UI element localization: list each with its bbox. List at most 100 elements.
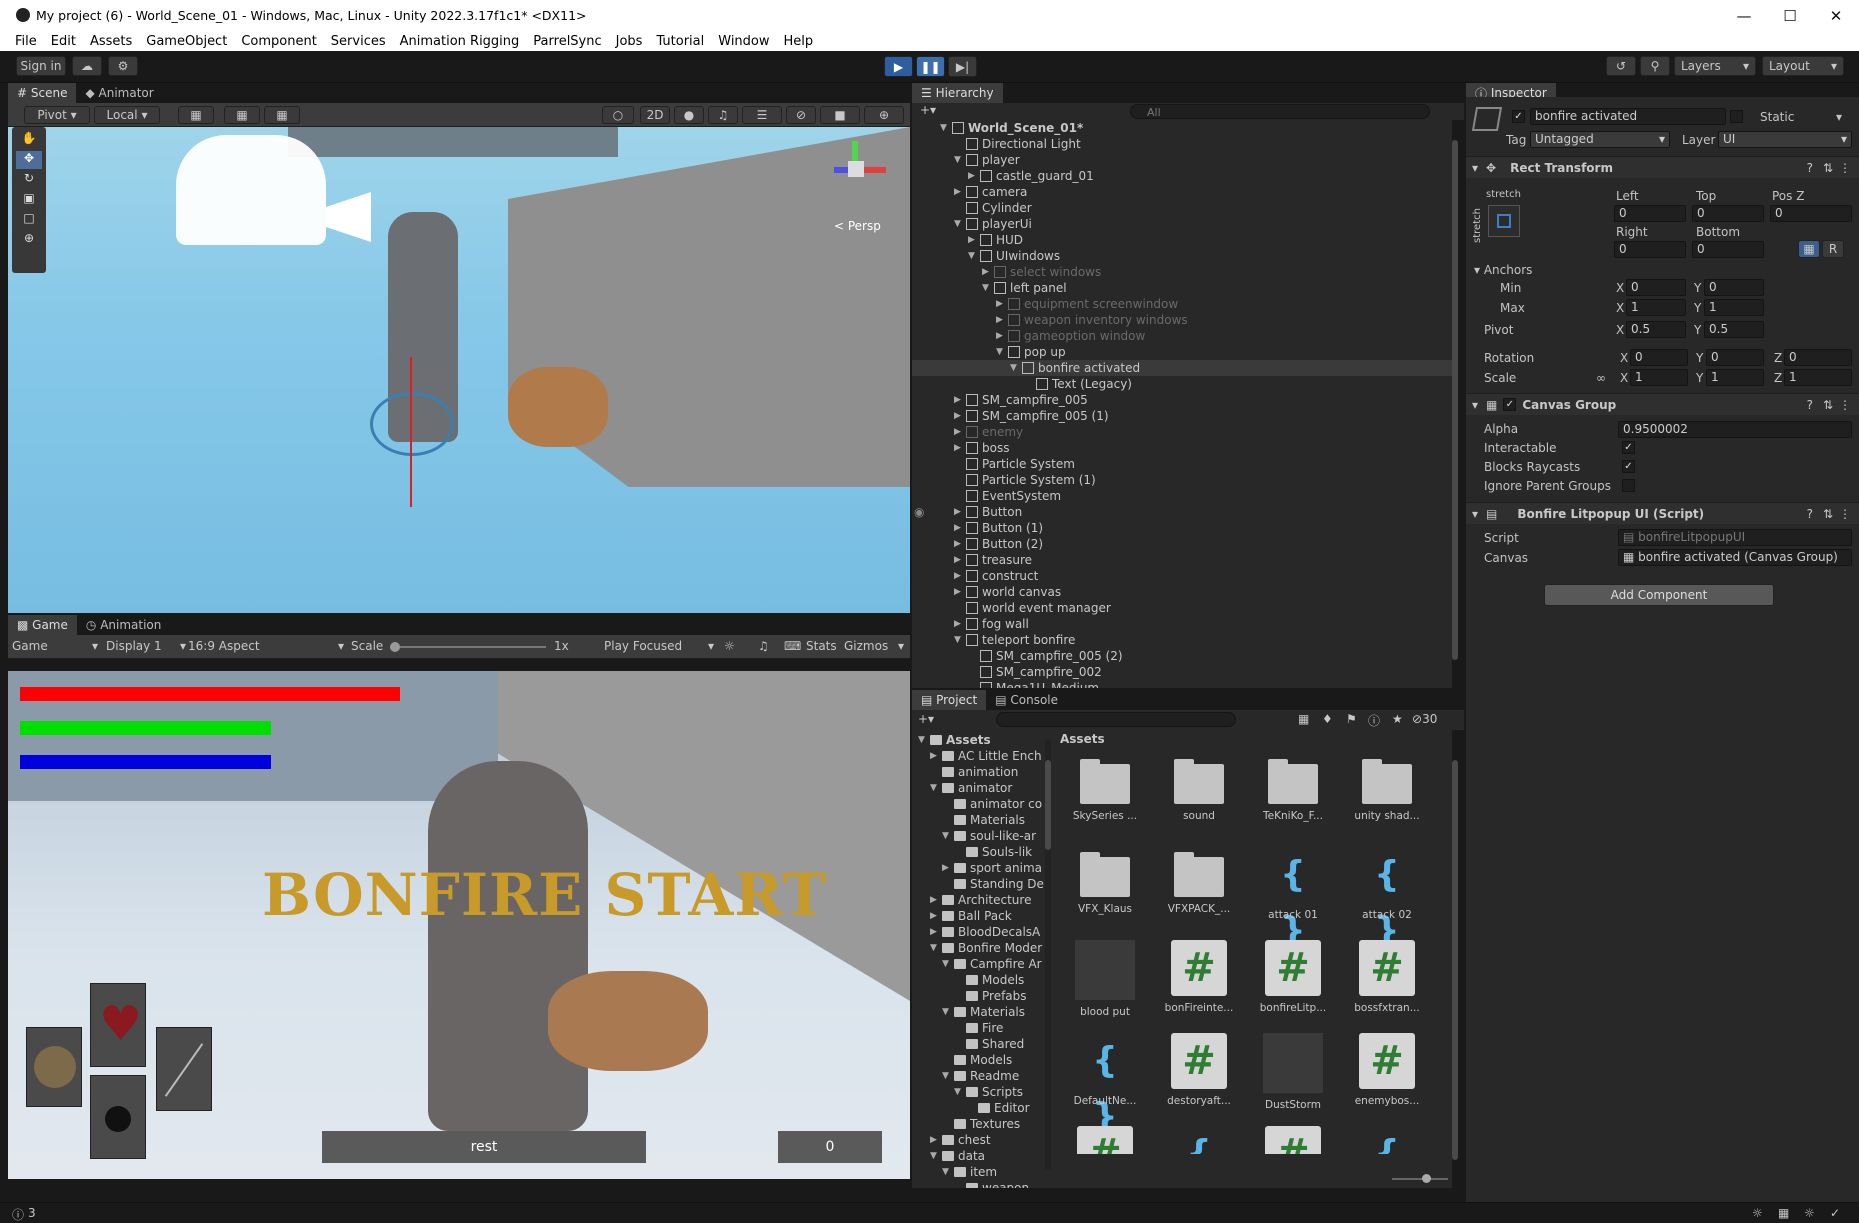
hierarchy-row[interactable]: ▶ select windows <box>912 264 1452 280</box>
active-checkbox[interactable]: ✓ <box>1512 110 1525 123</box>
ignore-parent-checkbox[interactable] <box>1622 479 1635 492</box>
expanded-arrow-icon[interactable]: ▼ <box>942 828 949 844</box>
quickslot-bottom[interactable] <box>90 1075 146 1159</box>
create-plus-icon[interactable]: +▾ <box>920 103 936 117</box>
hierarchy-row[interactable]: Mega1U_Medium <box>912 680 1452 688</box>
collapsed-arrow-icon[interactable]: ▶ <box>930 748 937 764</box>
collapsed-arrow-icon[interactable]: ▶ <box>982 264 989 280</box>
scale-tool-icon[interactable]: ▣ <box>16 191 42 209</box>
pivot-toggle[interactable]: Pivot ▾ <box>24 106 90 124</box>
scene-viewport[interactable]: < Persp ✋ ✥ ↻ ▣ □ ⊕ <box>8 127 910 613</box>
tab-animation[interactable]: ◷ Animation <box>77 615 170 635</box>
anchor-max-x-field[interactable]: 1 <box>1626 299 1686 316</box>
tab-scene[interactable]: # Scene <box>8 83 77 103</box>
pause-button[interactable]: ❚❚ <box>916 56 945 77</box>
rect-tool-icon[interactable]: □ <box>16 211 42 229</box>
help-icon[interactable]: ? <box>1807 161 1813 175</box>
gizmos-dropdown[interactable]: Gizmos ▾ <box>844 639 904 653</box>
hierarchy-row[interactable]: ▼ left panel <box>912 280 1452 296</box>
collapsed-arrow-icon[interactable]: ▶ <box>930 1132 937 1148</box>
step-button[interactable]: ▶| <box>948 56 977 77</box>
menu-services[interactable]: Services <box>324 34 393 49</box>
asset-item[interactable]: unity shad... <box>1340 754 1434 822</box>
camera-icon[interactable]: ■ <box>820 106 860 124</box>
canvas-group-enabled-checkbox[interactable]: ✓ <box>1503 398 1517 411</box>
rest-button[interactable]: rest <box>322 1131 646 1163</box>
more-menu-icon[interactable]: ⋮ <box>1839 507 1851 521</box>
quickslot-top[interactable]: ♥ <box>90 983 146 1067</box>
project-folder-row[interactable]: ▶ AC Little Ench <box>912 748 1044 764</box>
favorite-star-icon[interactable]: ★ <box>1392 712 1403 726</box>
audio-icon[interactable]: ♫ <box>708 106 738 124</box>
project-folder-row[interactable]: ▼ Assets <box>912 732 1044 748</box>
scale-x-field[interactable]: 1 <box>1630 369 1688 386</box>
debug-mode-icon[interactable]: ☼ <box>1804 1206 1815 1220</box>
stats-button[interactable]: Stats <box>806 639 837 653</box>
right-field[interactable]: 0 <box>1614 241 1686 258</box>
hierarchy-row[interactable]: SM_campfire_005 (2) <box>912 648 1452 664</box>
interactable-checkbox[interactable]: ✓ <box>1622 441 1635 454</box>
tab-console[interactable]: ▤ Console <box>986 690 1067 710</box>
menu-component[interactable]: Component <box>234 34 323 49</box>
anchor-min-y-field[interactable]: 0 <box>1704 279 1764 296</box>
alert-icon[interactable]: ⓘ <box>1368 712 1380 729</box>
snap-increment-icon[interactable]: ▦ <box>224 106 260 124</box>
project-folder-row[interactable]: Textures <box>912 1116 1044 1132</box>
menu-edit[interactable]: Edit <box>44 34 83 49</box>
collab-settings-icon[interactable]: ⚙ <box>108 56 138 76</box>
canvas-field[interactable]: ▦ bonfire activated (Canvas Group) <box>1618 549 1852 566</box>
layer-dropdown[interactable]: UI ▾ <box>1718 131 1852 148</box>
expanded-arrow-icon[interactable]: ▼ <box>942 1004 949 1020</box>
project-folder-row[interactable]: ▶ sport anima <box>912 860 1044 876</box>
script-component-header[interactable]: ▾ ▤ Bonfire Litpopup UI (Script) ? ⇅ ⋮ <box>1466 502 1859 524</box>
quickslot-left[interactable] <box>26 1027 82 1107</box>
transform-tool-icon[interactable]: ⊕ <box>16 231 42 249</box>
hierarchy-row[interactable]: ▼ pop up <box>912 344 1452 360</box>
project-folder-row[interactable]: ▼ soul-like-ar <box>912 828 1044 844</box>
project-folder-row[interactable]: weapon <box>912 1180 1044 1188</box>
pivot-x-field[interactable]: 0.5 <box>1626 321 1686 338</box>
asset-item[interactable]: # enemybos... <box>1340 1033 1434 1107</box>
rotation-x-field[interactable]: 0 <box>1630 349 1688 366</box>
expanded-arrow-icon[interactable]: ▼ <box>968 248 975 264</box>
hierarchy-row[interactable]: ▶ SM_campfire_005 (1) <box>912 408 1452 424</box>
assets-breadcrumb[interactable]: Assets <box>1060 732 1105 746</box>
expanded-arrow-icon[interactable]: ▼ <box>942 956 949 972</box>
constrain-link-icon[interactable]: ∞ <box>1596 371 1606 385</box>
visibility-icon[interactable]: ⊘ <box>786 106 816 124</box>
hierarchy-scrollbar[interactable] <box>1452 140 1458 660</box>
hierarchy-row[interactable]: ▶ castle_guard_01 <box>912 168 1452 184</box>
hierarchy-row[interactable]: ▶ Button (1) <box>912 520 1452 536</box>
menu-assets[interactable]: Assets <box>83 34 139 49</box>
collapsed-arrow-icon[interactable]: ▶ <box>954 616 961 632</box>
expanded-arrow-icon[interactable]: ▼ <box>940 120 947 136</box>
draw-mode-icon[interactable]: ○ <box>602 106 634 124</box>
hand-tool-icon[interactable]: ✋ <box>16 131 42 149</box>
play-focused-dropdown[interactable]: Play Focused ▾ <box>604 639 714 653</box>
hierarchy-row[interactable]: ▶ gameoption window <box>912 328 1452 344</box>
collapsed-arrow-icon[interactable]: ▶ <box>930 924 937 940</box>
collapsed-arrow-icon[interactable]: ▶ <box>954 392 961 408</box>
project-search-input[interactable] <box>996 712 1236 727</box>
raw-edit-button[interactable]: R <box>1822 240 1844 258</box>
hierarchy-row[interactable]: SM_campfire_002 <box>912 664 1452 680</box>
asset-item[interactable]: # bossfxtran... <box>1340 940 1434 1014</box>
hierarchy-row[interactable]: ▶ SM_campfire_005 <box>912 392 1452 408</box>
project-folder-row[interactable]: Models <box>912 1052 1044 1068</box>
hierarchy-search-input[interactable]: All <box>1130 104 1430 119</box>
2d-toggle[interactable]: 2D <box>640 106 670 124</box>
add-component-button[interactable]: Add Component <box>1544 584 1774 606</box>
console-count[interactable]: 3 <box>28 1206 36 1220</box>
hierarchy-row[interactable]: ▼ player <box>912 152 1452 168</box>
collapsed-arrow-icon[interactable]: ▶ <box>996 296 1003 312</box>
hierarchy-row[interactable]: ▼ UIwindows <box>912 248 1452 264</box>
create-plus-icon[interactable]: +▾ <box>918 712 934 726</box>
hierarchy-row[interactable]: Cylinder <box>912 200 1452 216</box>
canvas-group-header[interactable]: ▾ ▦ ✓ Canvas Group ? ⇅ ⋮ <box>1466 393 1859 415</box>
game-mode-dropdown[interactable]: Game ▾ <box>12 639 98 653</box>
tab-animator[interactable]: ◆ Animator <box>76 83 162 103</box>
asset-item[interactable]: TeKniKo_F... <box>1246 754 1340 822</box>
expanded-arrow-icon[interactable]: ▼ <box>954 632 961 648</box>
visibility-eye-icon[interactable]: ◉ <box>914 504 924 520</box>
left-field[interactable]: 0 <box>1614 205 1686 222</box>
